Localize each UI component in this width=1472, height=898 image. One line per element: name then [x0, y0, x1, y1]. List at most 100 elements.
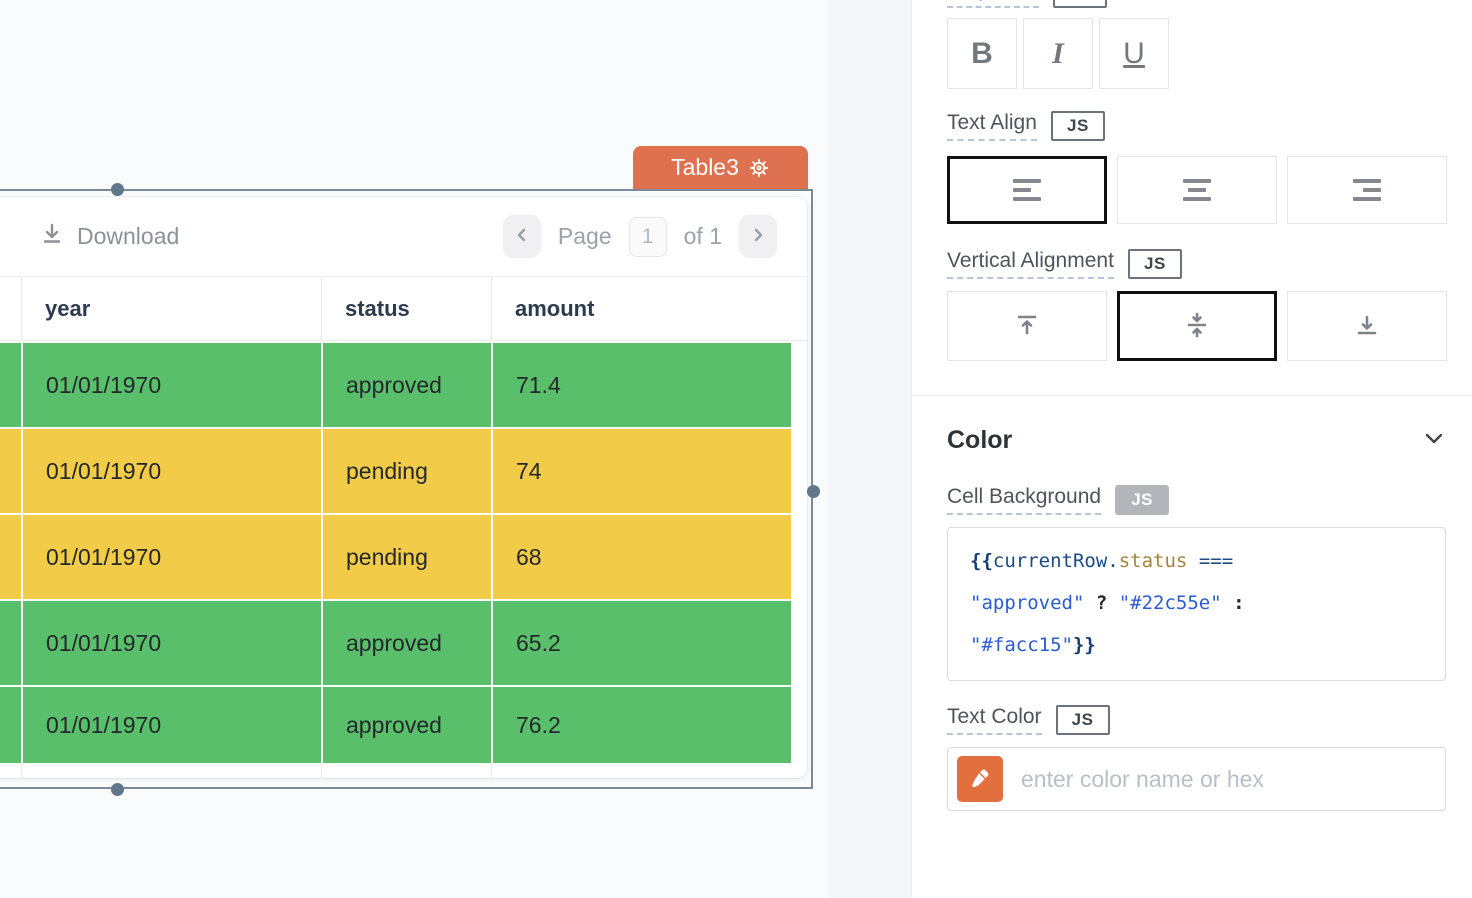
- underline-button[interactable]: U: [1099, 18, 1169, 89]
- table-row[interactable]: 01/01/1970 pending 68: [0, 513, 807, 599]
- valign-middle-button[interactable]: [1117, 291, 1277, 361]
- table-row[interactable]: 01/01/1970 approved 65.2: [0, 599, 807, 685]
- table-component[interactable]: Download Page 1 of 1: [0, 197, 807, 778]
- download-button[interactable]: Download: [40, 222, 179, 252]
- cell-status[interactable]: pending: [321, 515, 491, 599]
- page-label: Page: [558, 223, 612, 250]
- code-token: {{: [970, 550, 993, 572]
- text-color-input-group: [947, 747, 1446, 811]
- cell-clipped: [0, 429, 21, 513]
- pagination: Page 1 of 1: [503, 215, 777, 258]
- valign-bottom-icon: [1353, 311, 1381, 342]
- row-gutter: [791, 687, 807, 763]
- column-header-year[interactable]: year: [21, 277, 321, 340]
- cell-clipped: [0, 343, 21, 427]
- color-picker-button[interactable]: [957, 756, 1003, 802]
- row-gutter: [791, 343, 807, 427]
- current-page-indicator[interactable]: 1: [629, 217, 667, 257]
- cell-background-field: Cell Background JS: [947, 485, 1446, 515]
- table-row-partial: [0, 763, 807, 778]
- row-gutter: [791, 601, 807, 685]
- gear-icon[interactable]: [748, 157, 770, 179]
- code-token: ===: [1187, 550, 1233, 572]
- code-token: "#facc15": [970, 634, 1073, 656]
- table-header-row: year status amount: [0, 277, 807, 341]
- row-gutter: [791, 515, 807, 599]
- table-row[interactable]: 01/01/1970 approved 71.4: [0, 341, 807, 427]
- header-gutter: [791, 277, 807, 340]
- table-row[interactable]: 01/01/1970 approved 76.2: [0, 685, 807, 763]
- valign-top-icon: [1013, 311, 1041, 342]
- underline-icon: U: [1123, 37, 1145, 71]
- vertical-alignment-field: Vertical Alignment JS: [947, 249, 1446, 279]
- italic-button[interactable]: I: [1023, 18, 1093, 89]
- text-color-label: Text Color: [947, 705, 1042, 735]
- emphasis-js-toggle[interactable]: JS: [1053, 0, 1107, 8]
- cell-status[interactable]: approved: [321, 687, 491, 763]
- cell-status[interactable]: approved: [321, 601, 491, 685]
- chevron-right-icon: [750, 227, 766, 246]
- next-page-button[interactable]: [739, 215, 777, 258]
- eyedropper-icon: [969, 767, 991, 792]
- code-token: :: [1222, 592, 1245, 614]
- resize-handle-top[interactable]: [111, 183, 124, 196]
- download-label: Download: [77, 223, 179, 250]
- text-align-label: Text Align: [947, 111, 1037, 141]
- cell-amount[interactable]: 71.4: [491, 343, 791, 427]
- cell-amount[interactable]: 68: [491, 515, 791, 599]
- cell-status[interactable]: approved: [321, 343, 491, 427]
- code-line: "approved" ? "#22c55e" :: [970, 582, 1427, 624]
- resize-handle-bottom[interactable]: [111, 783, 124, 796]
- emphasis-buttons: B I U: [947, 18, 1446, 89]
- cell-background-code-editor[interactable]: {{currentRow.status === "approved" ? "#2…: [947, 527, 1446, 681]
- component-badge[interactable]: Table3: [633, 146, 808, 189]
- section-divider: [912, 395, 1472, 396]
- text-align-field: Text Align JS: [947, 111, 1446, 141]
- emphasis-label: Emphasis: [947, 0, 1039, 8]
- text-align-js-toggle[interactable]: JS: [1051, 111, 1105, 141]
- vertical-alignment-label: Vertical Alignment: [947, 249, 1114, 279]
- text-color-input[interactable]: [1021, 766, 1431, 793]
- chevron-down-icon[interactable]: [1422, 426, 1446, 455]
- column-header-clipped: [0, 277, 21, 340]
- cell-year[interactable]: 01/01/1970: [21, 343, 321, 427]
- cell-status[interactable]: pending: [321, 429, 491, 513]
- align-left-icon: [1013, 179, 1041, 201]
- align-left-button[interactable]: [947, 156, 1107, 224]
- align-center-button[interactable]: [1117, 156, 1277, 224]
- cell-year[interactable]: 01/01/1970: [21, 687, 321, 763]
- bold-button[interactable]: B: [947, 18, 1017, 89]
- color-section-header[interactable]: Color: [947, 426, 1446, 455]
- row-gutter: [791, 429, 807, 513]
- table-row[interactable]: 01/01/1970 pending 74: [0, 427, 807, 513]
- text-align-buttons: [947, 156, 1446, 224]
- cell-amount[interactable]: 65.2: [491, 601, 791, 685]
- download-icon: [40, 222, 64, 252]
- code-token: "#22c55e": [1119, 592, 1222, 614]
- chevron-left-icon: [514, 227, 530, 246]
- vertical-alignment-buttons: [947, 291, 1446, 361]
- cell-amount[interactable]: 74: [491, 429, 791, 513]
- vertical-alignment-js-toggle[interactable]: JS: [1128, 249, 1182, 279]
- text-color-field: Text Color JS: [947, 705, 1446, 735]
- cell-year[interactable]: 01/01/1970: [21, 601, 321, 685]
- app-editor: Table3: [0, 0, 1472, 898]
- resize-handle-right[interactable]: [807, 485, 820, 498]
- valign-middle-icon: [1183, 311, 1211, 342]
- cell-background-js-toggle[interactable]: JS: [1115, 485, 1169, 515]
- valign-bottom-button[interactable]: [1287, 291, 1447, 361]
- emphasis-field: Emphasis JS: [947, 0, 1446, 8]
- column-header-amount[interactable]: amount: [491, 277, 791, 340]
- text-color-js-toggle[interactable]: JS: [1056, 705, 1110, 735]
- page-of-label: of 1: [684, 223, 722, 250]
- align-right-button[interactable]: [1287, 156, 1447, 224]
- cell-amount[interactable]: 76.2: [491, 687, 791, 763]
- column-header-status[interactable]: status: [321, 277, 491, 340]
- color-section-title: Color: [947, 426, 1012, 455]
- code-token: status: [1119, 550, 1188, 572]
- cell-year[interactable]: 01/01/1970: [21, 429, 321, 513]
- prev-page-button[interactable]: [503, 215, 541, 258]
- cell-year[interactable]: 01/01/1970: [21, 515, 321, 599]
- valign-top-button[interactable]: [947, 291, 1107, 361]
- canvas[interactable]: Table3: [0, 0, 911, 898]
